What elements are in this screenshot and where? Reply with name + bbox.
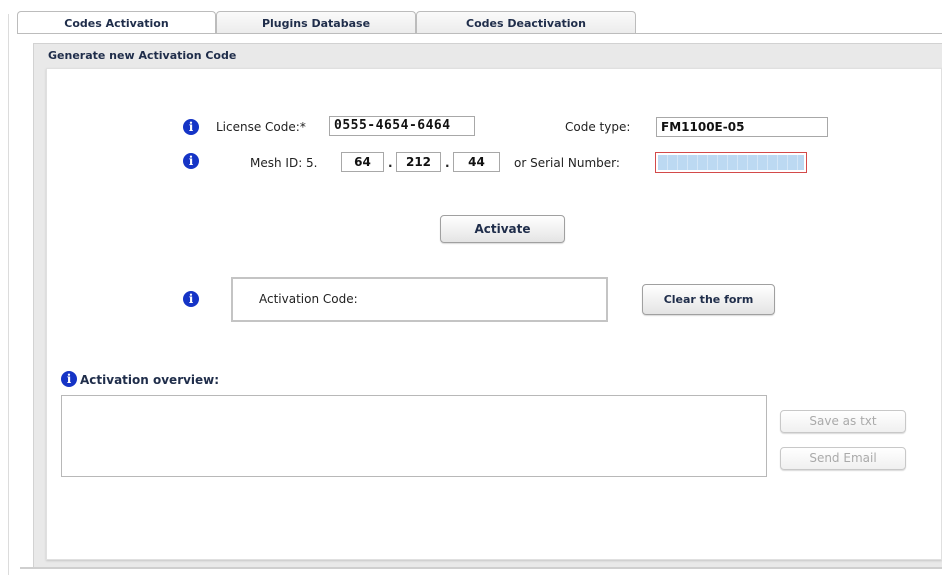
activation-overview-textarea[interactable] xyxy=(61,395,767,477)
mesh-id-label: Mesh ID: 5. xyxy=(250,156,318,170)
mesh-id-text: Mesh ID: 5. xyxy=(250,156,318,170)
activation-code-box: Activation Code: xyxy=(231,277,608,322)
info-icon[interactable]: i xyxy=(183,153,199,169)
activation-code-label: Activation Code: xyxy=(259,292,358,306)
mesh-separator: . xyxy=(445,156,450,170)
code-type-field[interactable]: FM1100E-05 xyxy=(656,117,828,137)
send-email-button[interactable]: Send Email xyxy=(780,447,906,470)
code-type-label: Code type: xyxy=(565,120,631,134)
mesh-separator: . xyxy=(388,156,393,170)
info-icon[interactable]: i xyxy=(183,291,199,307)
info-icon[interactable]: i xyxy=(61,371,77,387)
mesh-id-part-1[interactable]: 64 xyxy=(341,152,384,172)
save-as-txt-button[interactable]: Save as txt xyxy=(780,410,906,433)
tab-codes-activation[interactable]: Codes Activation xyxy=(17,11,216,34)
license-code-label: License Code:* xyxy=(216,120,306,134)
tab-plugins-database[interactable]: Plugins Database xyxy=(216,11,416,33)
panel-bottom-shadow xyxy=(20,567,942,569)
activate-button[interactable]: Activate xyxy=(440,215,565,243)
activation-overview-heading: Activation overview: xyxy=(80,373,220,387)
panel-title: Generate new Activation Code xyxy=(48,49,237,62)
tab-codes-deactivation[interactable]: Codes Deactivation xyxy=(416,11,636,33)
info-icon[interactable]: i xyxy=(183,119,199,135)
mesh-id-part-2[interactable]: 212 xyxy=(396,152,441,172)
serial-number-input[interactable] xyxy=(655,152,807,173)
serial-number-highlight xyxy=(658,155,804,170)
clear-form-button[interactable]: Clear the form xyxy=(642,284,775,315)
mesh-id-part-3[interactable]: 44 xyxy=(453,152,500,172)
tab-bar-divider xyxy=(17,33,942,34)
left-border-line xyxy=(8,14,9,575)
serial-number-label: or Serial Number: xyxy=(514,156,620,170)
license-code-input[interactable]: 0555-4654-6464 xyxy=(329,116,475,136)
